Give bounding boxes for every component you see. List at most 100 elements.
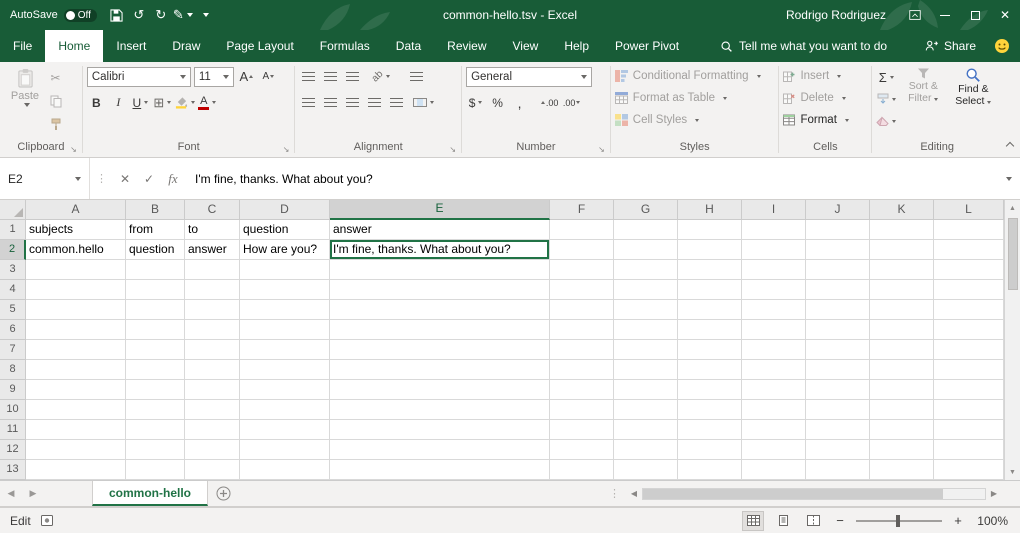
cell-A13[interactable] bbox=[26, 460, 126, 480]
cell-F11[interactable] bbox=[550, 420, 614, 440]
decrease-indent-button[interactable] bbox=[365, 93, 384, 113]
ribbon-tab-data[interactable]: Data bbox=[383, 30, 434, 62]
sheet-nav-next-icon[interactable]: ▶ bbox=[22, 481, 44, 506]
cell-H4[interactable] bbox=[678, 280, 742, 300]
hscroll-track[interactable] bbox=[642, 488, 986, 500]
cell-C6[interactable] bbox=[185, 320, 240, 340]
cell-H8[interactable] bbox=[678, 360, 742, 380]
copy-button[interactable] bbox=[46, 91, 65, 111]
ribbon-tab-home[interactable]: Home bbox=[45, 30, 103, 62]
cell-D2[interactable]: How are you? bbox=[240, 240, 330, 260]
cell-B1[interactable]: from bbox=[126, 220, 185, 240]
cell-I12[interactable] bbox=[742, 440, 806, 460]
cell-B3[interactable] bbox=[126, 260, 185, 280]
cell-L4[interactable] bbox=[934, 280, 1004, 300]
cell-F12[interactable] bbox=[550, 440, 614, 460]
cell-B8[interactable] bbox=[126, 360, 185, 380]
accounting-format-button[interactable]: $ bbox=[466, 93, 485, 113]
fill-button[interactable] bbox=[876, 89, 896, 109]
sort-filter-button[interactable]: Sort & Filter bbox=[900, 65, 946, 140]
align-bottom-button[interactable] bbox=[343, 67, 362, 87]
alignment-dialog-launcher-icon[interactable]: ↘ bbox=[449, 146, 456, 154]
underline-button[interactable]: U bbox=[131, 93, 150, 113]
select-all-button[interactable] bbox=[0, 200, 26, 220]
clear-button[interactable] bbox=[876, 111, 896, 131]
cell-B13[interactable] bbox=[126, 460, 185, 480]
merge-center-button[interactable] bbox=[413, 93, 434, 113]
cell-K6[interactable] bbox=[870, 320, 934, 340]
cell-D4[interactable] bbox=[240, 280, 330, 300]
cell-B5[interactable] bbox=[126, 300, 185, 320]
cell-G11[interactable] bbox=[614, 420, 678, 440]
cut-button[interactable]: ✂ bbox=[46, 68, 65, 88]
cell-K5[interactable] bbox=[870, 300, 934, 320]
redo-button[interactable]: ↻ bbox=[151, 3, 171, 27]
align-middle-button[interactable] bbox=[321, 67, 340, 87]
autosum-button[interactable]: Σ bbox=[876, 67, 896, 87]
ribbon-tab-power-pivot[interactable]: Power Pivot bbox=[602, 30, 692, 62]
zoom-slider[interactable] bbox=[856, 514, 942, 528]
paste-button[interactable]: Paste bbox=[4, 65, 46, 140]
scroll-down-icon[interactable]: ▼ bbox=[1005, 464, 1020, 480]
cell-J10[interactable] bbox=[806, 400, 870, 420]
cell-J5[interactable] bbox=[806, 300, 870, 320]
minimize-button[interactable] bbox=[930, 0, 960, 30]
font-dialog-launcher-icon[interactable]: ↘ bbox=[283, 146, 290, 154]
cell-L11[interactable] bbox=[934, 420, 1004, 440]
cell-F10[interactable] bbox=[550, 400, 614, 420]
cell-B2[interactable]: question bbox=[126, 240, 185, 260]
cell-L13[interactable] bbox=[934, 460, 1004, 480]
save-button[interactable] bbox=[107, 3, 127, 27]
wrap-text-button[interactable] bbox=[407, 67, 426, 87]
cell-A8[interactable] bbox=[26, 360, 126, 380]
cell-K11[interactable] bbox=[870, 420, 934, 440]
cell-J9[interactable] bbox=[806, 380, 870, 400]
cell-C5[interactable] bbox=[185, 300, 240, 320]
zoom-out-button[interactable]: − bbox=[832, 513, 848, 528]
fill-color-button[interactable] bbox=[175, 93, 195, 113]
cell-I6[interactable] bbox=[742, 320, 806, 340]
cell-L9[interactable] bbox=[934, 380, 1004, 400]
column-header-D[interactable]: D bbox=[240, 200, 330, 220]
hscroll-right-icon[interactable]: ▶ bbox=[986, 489, 1002, 498]
cell-F8[interactable] bbox=[550, 360, 614, 380]
cell-K2[interactable] bbox=[870, 240, 934, 260]
comma-style-button[interactable]: , bbox=[510, 93, 529, 113]
column-header-G[interactable]: G bbox=[614, 200, 678, 220]
ribbon-tab-view[interactable]: View bbox=[500, 30, 552, 62]
column-header-L[interactable]: L bbox=[934, 200, 1004, 220]
format-as-table-button[interactable]: Format as Table bbox=[615, 87, 775, 109]
font-size-select[interactable]: 11 bbox=[194, 67, 234, 87]
cell-K13[interactable] bbox=[870, 460, 934, 480]
orientation-button[interactable]: ab bbox=[371, 67, 390, 87]
cell-J3[interactable] bbox=[806, 260, 870, 280]
cell-H9[interactable] bbox=[678, 380, 742, 400]
cell-B11[interactable] bbox=[126, 420, 185, 440]
percent-style-button[interactable]: % bbox=[488, 93, 507, 113]
cell-H5[interactable] bbox=[678, 300, 742, 320]
zoom-level[interactable]: 100% bbox=[974, 514, 1008, 528]
format-painter-button[interactable] bbox=[46, 114, 65, 134]
cell-B6[interactable] bbox=[126, 320, 185, 340]
qat-customize-button[interactable] bbox=[195, 3, 215, 27]
ribbon-tab-file[interactable]: File bbox=[0, 30, 45, 62]
cell-F13[interactable] bbox=[550, 460, 614, 480]
cell-L12[interactable] bbox=[934, 440, 1004, 460]
cell-C4[interactable] bbox=[185, 280, 240, 300]
borders-button[interactable]: ⊞ bbox=[153, 93, 172, 113]
row-header-2[interactable]: 2 bbox=[0, 240, 26, 260]
cell-G6[interactable] bbox=[614, 320, 678, 340]
tab-scroll-splitter[interactable]: ⋮ bbox=[603, 481, 626, 506]
undo-button[interactable]: ↺ bbox=[129, 3, 149, 27]
autosave-toggle[interactable]: AutoSave Off bbox=[0, 9, 107, 22]
cell-E5[interactable] bbox=[330, 300, 550, 320]
cell-F7[interactable] bbox=[550, 340, 614, 360]
ribbon-tab-help[interactable]: Help bbox=[551, 30, 602, 62]
row-header-5[interactable]: 5 bbox=[0, 300, 26, 320]
format-cells-button[interactable]: Format bbox=[783, 109, 867, 131]
cell-E12[interactable] bbox=[330, 440, 550, 460]
cell-C2[interactable]: answer bbox=[185, 240, 240, 260]
cell-E6[interactable] bbox=[330, 320, 550, 340]
cell-B4[interactable] bbox=[126, 280, 185, 300]
ribbon-tab-draw[interactable]: Draw bbox=[159, 30, 213, 62]
